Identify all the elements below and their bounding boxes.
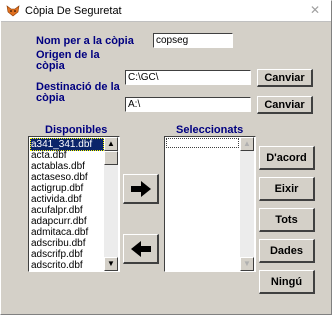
- backup-name-input[interactable]: copseg: [153, 33, 233, 48]
- title-bar[interactable]: Còpia De Seguretat ✕: [1, 1, 331, 22]
- left-arrow-icon: [130, 240, 151, 257]
- origin-path-input[interactable]: C:\GC\: [125, 70, 251, 85]
- dest-label-line2: còpia: [36, 92, 65, 104]
- change-dest-button[interactable]: Canviar: [257, 96, 313, 114]
- right-arrow-icon: [130, 180, 151, 197]
- data-button[interactable]: Dades: [259, 239, 315, 263]
- scroll-down-icon[interactable]: ▼: [240, 257, 254, 271]
- change-origin-button[interactable]: Canviar: [257, 69, 313, 87]
- scroll-up-icon[interactable]: ▲: [104, 137, 118, 151]
- scroll-up-icon[interactable]: ▲: [240, 137, 254, 151]
- available-list-item[interactable]: adscrito.dbf: [30, 259, 104, 272]
- available-listbox[interactable]: a341_341.dbf acta.dbf actablas.dbf actaseso…: [28, 136, 120, 272]
- fox-icon: [6, 5, 20, 17]
- available-header: Disponibles: [45, 124, 108, 136]
- scroll-thumb[interactable]: [104, 151, 118, 165]
- select-all-button[interactable]: Tots: [259, 208, 315, 232]
- select-none-button[interactable]: Ningú: [259, 270, 315, 294]
- selected-header: Seleccionats: [176, 124, 244, 136]
- remove-from-selected-button[interactable]: [123, 234, 159, 264]
- backup-name-label: Nom per a la còpia: [36, 35, 134, 47]
- accept-button[interactable]: D'acord: [259, 146, 315, 170]
- close-button[interactable]: ✕: [307, 3, 323, 18]
- selected-scrollbar[interactable]: ▲ ▼: [240, 137, 254, 271]
- window-title: Còpia De Seguretat: [25, 5, 122, 17]
- backup-dialog: Còpia De Seguretat ✕ Nom per a la còpia …: [0, 0, 332, 315]
- selected-focus-row: [166, 138, 239, 148]
- selected-listbox[interactable]: ▲ ▼: [164, 136, 256, 272]
- exit-button[interactable]: Eixir: [259, 177, 315, 201]
- available-scrollbar[interactable]: ▲ ▼: [104, 137, 118, 271]
- scroll-down-icon[interactable]: ▼: [104, 257, 118, 271]
- dest-path-input[interactable]: A:\: [125, 97, 251, 112]
- add-to-selected-button[interactable]: [123, 174, 159, 204]
- origin-label-line2: còpia: [36, 60, 65, 72]
